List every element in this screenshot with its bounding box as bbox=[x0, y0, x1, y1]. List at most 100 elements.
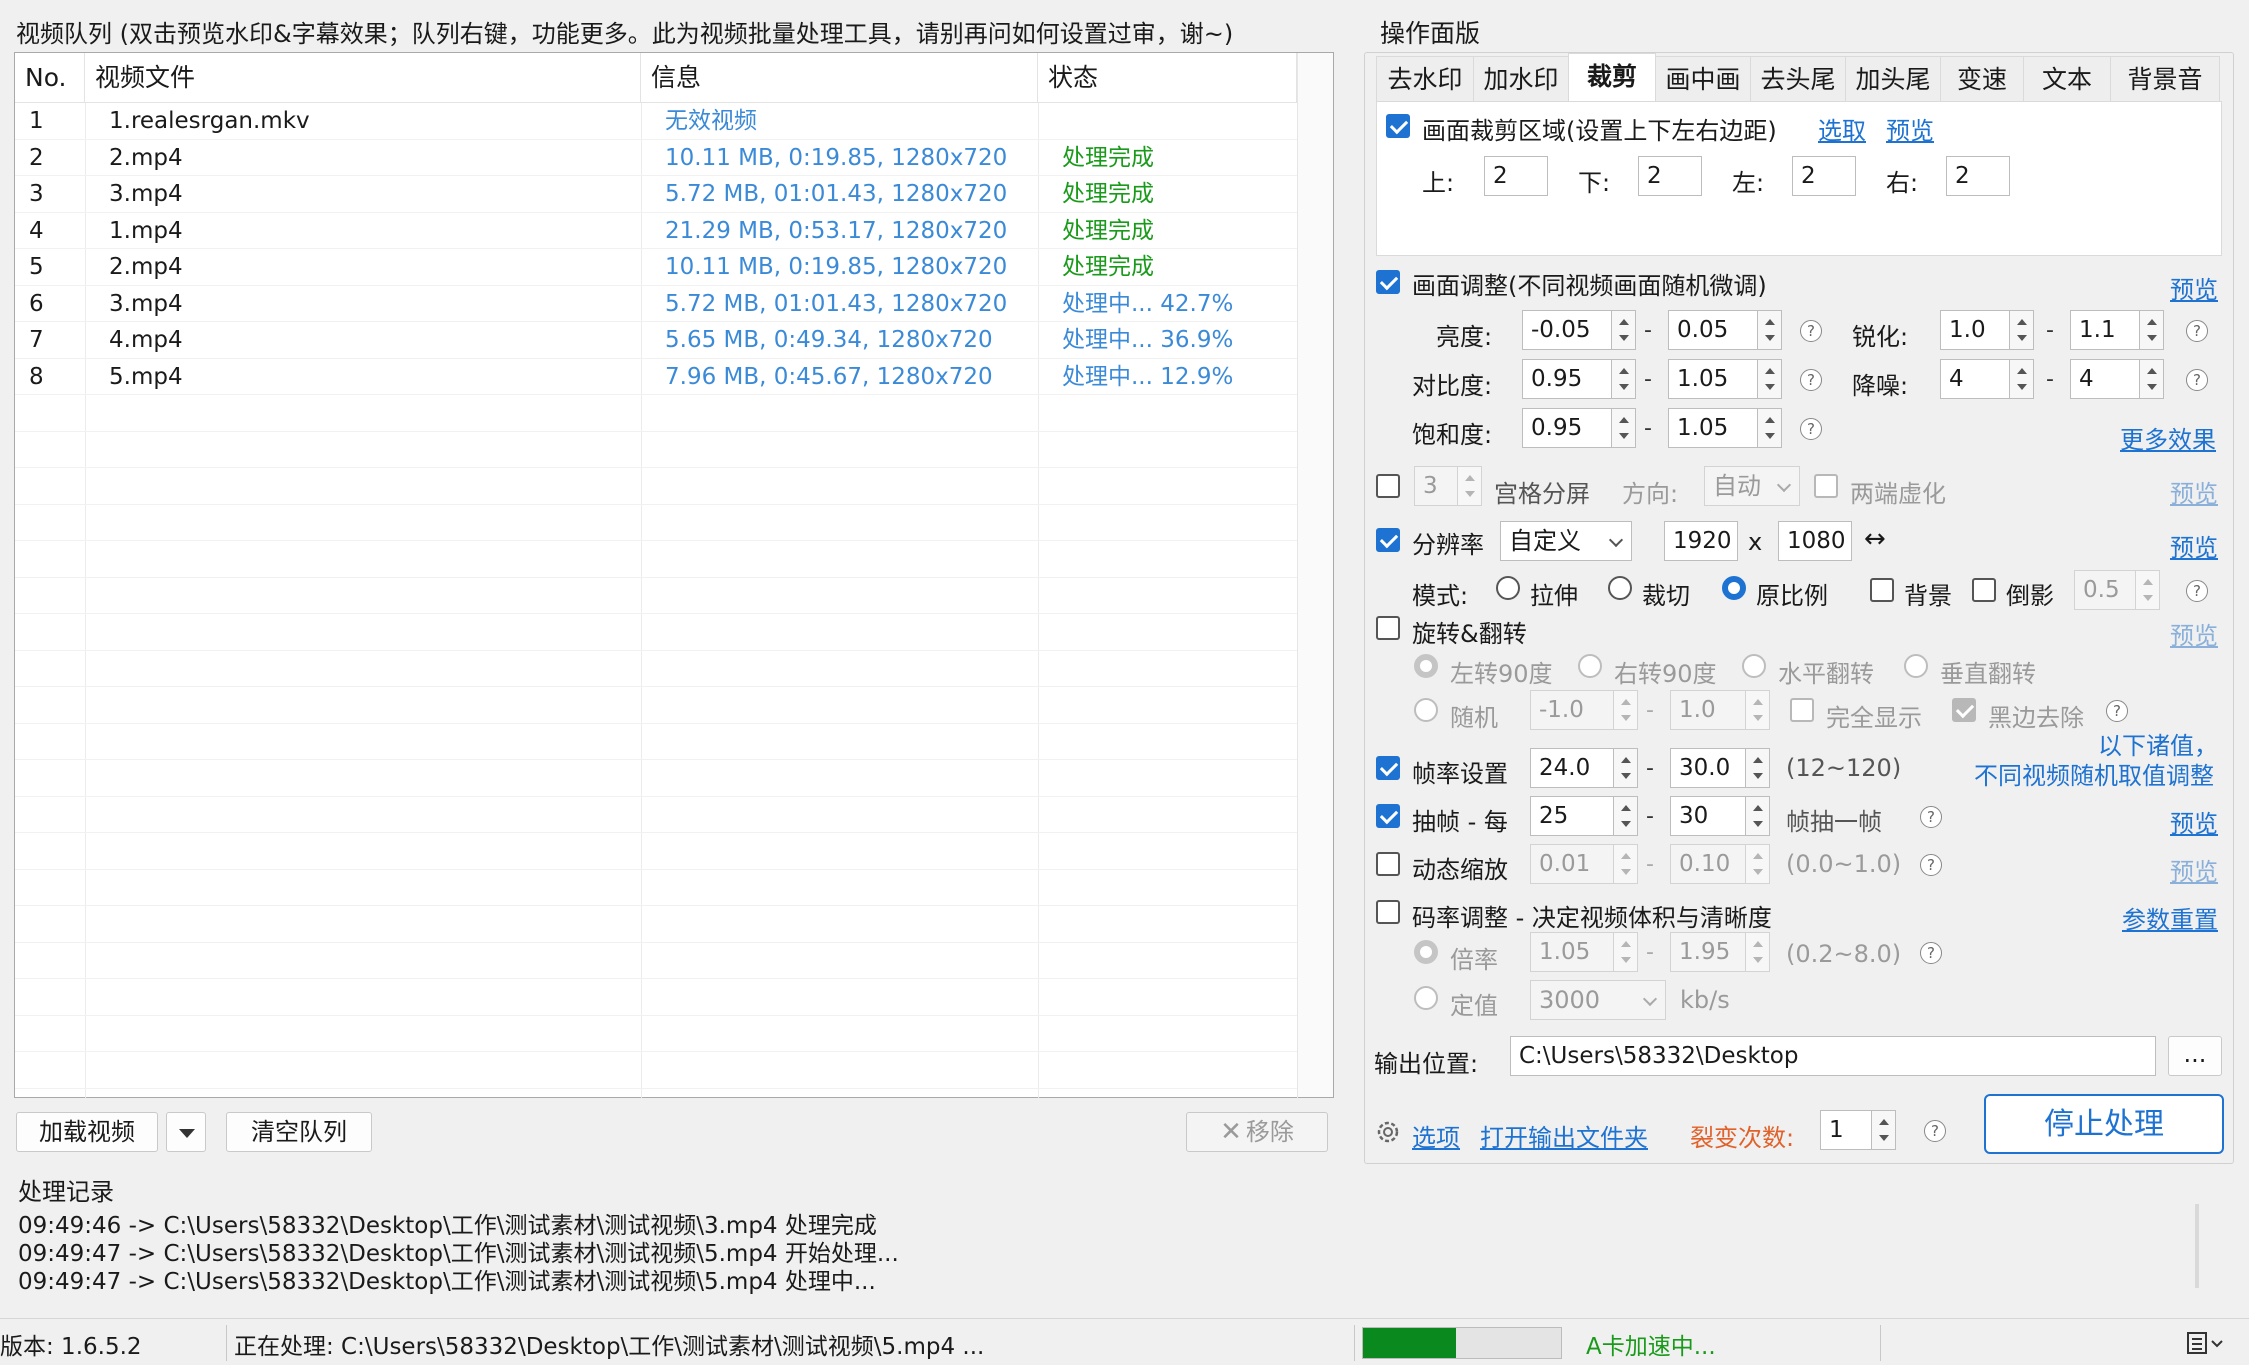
fps-max-value[interactable]: 30.0 bbox=[1670, 748, 1746, 788]
table-row[interactable] bbox=[15, 870, 1297, 906]
fps-min-value[interactable]: 24.0 bbox=[1530, 748, 1614, 788]
keep-ratio-radio[interactable] bbox=[1722, 576, 1746, 600]
browse-button[interactable]: ... bbox=[2168, 1036, 2222, 1076]
spinner-arrows-icon[interactable] bbox=[1612, 310, 1636, 350]
table-row[interactable]: 8 5.mp4 7.96 MB, 0:45.67, 1280x720 处理中... 1… bbox=[15, 359, 1297, 395]
reflection-checkbox[interactable] bbox=[1972, 578, 1996, 602]
rotate-left-radio[interactable] bbox=[1414, 654, 1438, 678]
brightness-min-value[interactable]: -0.05 bbox=[1522, 310, 1612, 350]
saturation-min-value[interactable]: 0.95 bbox=[1522, 408, 1612, 448]
spinner-arrows-icon[interactable] bbox=[1458, 466, 1482, 506]
sharpen-max-value[interactable]: 1.1 bbox=[2070, 310, 2140, 350]
random-min-value[interactable]: -1.0 bbox=[1530, 690, 1614, 730]
reset-params-link[interactable]: 参数重置 bbox=[2122, 900, 2218, 935]
drop-min-value[interactable]: 25 bbox=[1530, 796, 1614, 836]
gear-icon[interactable] bbox=[1374, 1118, 1402, 1146]
adjust-preview-link[interactable]: 预览 bbox=[2170, 270, 2218, 305]
background-checkbox[interactable] bbox=[1870, 578, 1894, 602]
resolution-checkbox[interactable] bbox=[1376, 528, 1400, 552]
log-scrollbar[interactable] bbox=[2195, 1204, 2199, 1288]
tab-trim[interactable]: 去头尾 bbox=[1750, 56, 1846, 102]
table-row[interactable]: 4 1.mp4 21.29 MB, 0:53.17, 1280x720 处理完成 bbox=[15, 213, 1297, 249]
grid-split-checkbox[interactable] bbox=[1376, 474, 1400, 498]
table-row[interactable] bbox=[15, 760, 1297, 797]
table-row[interactable]: 5 2.mp4 10.11 MB, 0:19.85, 1280x720 处理完成 bbox=[15, 249, 1297, 286]
spinner-arrows-icon[interactable] bbox=[2010, 310, 2034, 350]
table-row[interactable] bbox=[15, 432, 1297, 468]
bitrate-fixed-radio[interactable] bbox=[1414, 986, 1438, 1010]
spinner-arrows-icon[interactable] bbox=[1758, 310, 1782, 350]
help-icon[interactable]: ? bbox=[1920, 942, 1942, 964]
spinner-arrows-icon[interactable] bbox=[1614, 690, 1638, 730]
tab-speed[interactable]: 变速 bbox=[1940, 56, 2024, 102]
spinner-arrows-icon[interactable] bbox=[1614, 844, 1638, 884]
crop-preview-link[interactable]: 预览 bbox=[1886, 111, 1934, 146]
remove-black-checkbox[interactable] bbox=[1952, 698, 1976, 722]
drop-max-value[interactable]: 30 bbox=[1670, 796, 1746, 836]
load-video-dropdown-button[interactable] bbox=[166, 1112, 206, 1152]
hflip-radio[interactable] bbox=[1742, 654, 1766, 678]
spinner-arrows-icon[interactable] bbox=[1614, 748, 1638, 788]
table-row[interactable]: 7 4.mp4 5.65 MB, 0:49.34, 1280x720 处理中... 3… bbox=[15, 322, 1297, 359]
crop-pick-link[interactable]: 选取 bbox=[1818, 111, 1866, 146]
zoom-preview-link[interactable]: 预览 bbox=[2170, 852, 2218, 887]
fission-value[interactable]: 1 bbox=[1820, 1110, 1872, 1150]
grid-preview-link[interactable]: 预览 bbox=[2170, 474, 2218, 509]
column-header-status[interactable]: 状态 bbox=[1038, 53, 1297, 103]
spinner-arrows-icon[interactable] bbox=[1746, 932, 1770, 972]
table-row[interactable] bbox=[15, 578, 1297, 614]
help-icon[interactable]: ? bbox=[2106, 700, 2128, 722]
spinner-arrows-icon[interactable] bbox=[1758, 359, 1782, 399]
table-row[interactable] bbox=[15, 687, 1297, 724]
spinner-arrows-icon[interactable] bbox=[1614, 932, 1638, 972]
random-rotate-radio[interactable] bbox=[1414, 698, 1438, 722]
tab-text[interactable]: 文本 bbox=[2023, 56, 2111, 102]
table-row[interactable] bbox=[15, 505, 1297, 541]
contrast-min-value[interactable]: 0.95 bbox=[1522, 359, 1612, 399]
help-icon[interactable]: ? bbox=[1924, 1120, 1946, 1142]
spinner-arrows-icon[interactable] bbox=[1872, 1110, 1896, 1150]
column-header-file[interactable]: 视频文件 bbox=[85, 53, 641, 103]
contrast-max-value[interactable]: 1.05 bbox=[1668, 359, 1758, 399]
fps-checkbox[interactable] bbox=[1376, 756, 1400, 780]
table-row[interactable] bbox=[15, 1052, 1297, 1089]
adjust-checkbox[interactable] bbox=[1376, 270, 1400, 294]
zoom-min-value[interactable]: 0.01 bbox=[1530, 844, 1614, 884]
drop-preview-link[interactable]: 预览 bbox=[2170, 804, 2218, 839]
bitrate-ratio-radio[interactable] bbox=[1414, 940, 1438, 964]
output-path-input[interactable]: C:\Users\58332\Desktop bbox=[1510, 1036, 2156, 1076]
menu-icon[interactable] bbox=[2186, 1329, 2226, 1357]
grid-count-value[interactable]: 3 bbox=[1414, 466, 1458, 506]
denoise-min-value[interactable]: 4 bbox=[1940, 359, 2010, 399]
sharpen-min-value[interactable]: 1.0 bbox=[1940, 310, 2010, 350]
table-row[interactable]: 2 2.mp4 10.11 MB, 0:19.85, 1280x720 处理完成 bbox=[15, 140, 1297, 176]
help-icon[interactable]: ? bbox=[1800, 418, 1822, 440]
dynamic-zoom-checkbox[interactable] bbox=[1376, 852, 1400, 876]
spinner-arrows-icon[interactable] bbox=[1614, 796, 1638, 836]
spinner-arrows-icon[interactable] bbox=[2140, 359, 2164, 399]
table-row[interactable]: 3 3.mp4 5.72 MB, 01:01.43, 1280x720 处理完成 bbox=[15, 176, 1297, 213]
crop-bottom-input[interactable]: 2 bbox=[1638, 156, 1702, 196]
table-row[interactable] bbox=[15, 797, 1297, 833]
ratio-min-value[interactable]: 1.05 bbox=[1530, 932, 1614, 972]
crop-checkbox[interactable] bbox=[1386, 114, 1410, 138]
remove-button[interactable]: ✕ 移除 bbox=[1186, 1112, 1328, 1152]
table-row[interactable]: 1 1.realesrgan.mkv 无效视频 bbox=[15, 103, 1297, 140]
spinner-arrows-icon[interactable] bbox=[2010, 359, 2034, 399]
help-icon[interactable]: ? bbox=[2186, 320, 2208, 342]
spinner-arrows-icon[interactable] bbox=[2136, 570, 2160, 610]
table-row[interactable] bbox=[15, 943, 1297, 979]
resolution-width-input[interactable]: 1920 bbox=[1664, 521, 1738, 561]
full-display-checkbox[interactable] bbox=[1790, 698, 1814, 722]
crop-top-input[interactable]: 2 bbox=[1484, 156, 1548, 196]
table-row[interactable] bbox=[15, 614, 1297, 651]
help-icon[interactable]: ? bbox=[2186, 369, 2208, 391]
resolution-height-input[interactable]: 1080 bbox=[1778, 521, 1852, 561]
open-output-folder-link[interactable]: 打开输出文件夹 bbox=[1480, 1118, 1648, 1153]
brightness-max-value[interactable]: 0.05 bbox=[1668, 310, 1758, 350]
column-header-no[interactable]: No. bbox=[15, 53, 85, 103]
options-link[interactable]: 选项 bbox=[1412, 1118, 1460, 1153]
table-row[interactable]: 6 3.mp4 5.72 MB, 01:01.43, 1280x720 处理中... … bbox=[15, 286, 1297, 322]
tab-remove-watermark[interactable]: 去水印 bbox=[1376, 56, 1474, 102]
spinner-arrows-icon[interactable] bbox=[1746, 796, 1770, 836]
